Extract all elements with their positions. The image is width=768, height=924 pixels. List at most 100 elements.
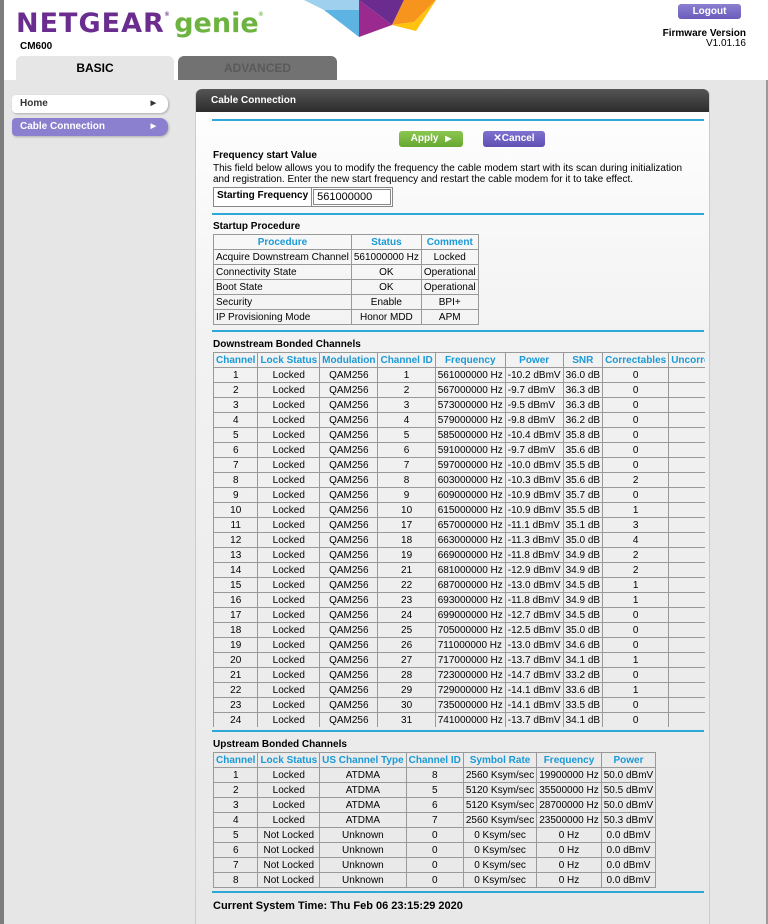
apply-button[interactable]: Apply ▶	[399, 131, 463, 147]
starting-frequency-input[interactable]	[313, 189, 392, 205]
table-cell: 22	[377, 577, 436, 593]
divider	[212, 119, 704, 121]
sidebar-item-home[interactable]: Home ▶	[12, 95, 168, 113]
table-row: Security Enable BPI+	[213, 294, 479, 310]
table-cell: 1	[377, 367, 436, 383]
table-cell: 35.0 dB	[562, 622, 604, 638]
table-row: 21 Locked QAM256 28 723000000 Hz -14.7 dBmV 33…	[213, 667, 705, 683]
column-header: SNR	[562, 352, 604, 368]
table-cell: -13.7 dBmV	[504, 712, 564, 727]
table-cell: Locked	[257, 502, 321, 518]
table-cell: -11.8 dBmV	[504, 547, 564, 563]
table-cell: 23	[377, 592, 436, 608]
table-cell: ATDMA	[319, 782, 407, 798]
table-cell: Locked	[257, 517, 321, 533]
cancel-button[interactable]: ✕Cancel	[483, 131, 545, 147]
table-cell: Locked	[257, 397, 321, 413]
table-row: 7 Not Locked Unknown 0 0 Ksym/sec 0 Hz 0.0 dBm…	[212, 857, 657, 873]
table-cell: Security	[213, 294, 352, 310]
table-row: 2 Locked QAM256 2 567000000 Hz -9.7 dBmV 36.3 …	[213, 382, 705, 398]
table-cell: 5120 Ksym/sec	[462, 782, 538, 798]
column-header: Power	[504, 352, 564, 368]
table-cell: 5	[405, 782, 464, 798]
table-cell: 8	[213, 472, 259, 488]
table-cell: 4	[212, 812, 259, 828]
table-cell: 36.3 dB	[562, 382, 604, 398]
table-cell: 1	[213, 367, 259, 383]
table-row: 11 Locked QAM256 17 657000000 Hz -11.1 dBmV 35…	[213, 517, 705, 533]
table-cell: 615000000 Hz	[434, 502, 506, 518]
table-cell: 0	[668, 442, 705, 458]
table-cell: -13.0 dBmV	[504, 637, 564, 653]
table-cell: 10	[377, 502, 436, 518]
table-cell: 2	[602, 562, 670, 578]
registered-mark-genie: ®	[258, 12, 264, 18]
table-cell: 16	[213, 592, 259, 608]
table-cell: 34.6 dB	[562, 637, 604, 653]
table-cell: 2	[213, 382, 259, 398]
starting-frequency-row: Starting Frequency	[213, 187, 394, 207]
table-cell: 729000000 Hz	[434, 682, 506, 698]
table-cell: 0	[602, 697, 670, 713]
table-cell: 0	[668, 607, 705, 623]
logout-button[interactable]: Logout	[678, 4, 741, 19]
column-header: Symbol Rate	[462, 752, 538, 768]
table-row: Connectivity State OK Operational	[213, 264, 479, 280]
table-row: 1 Locked QAM256 1 561000000 Hz -10.2 dBmV 36.0…	[213, 367, 705, 383]
table-cell: 4	[213, 412, 259, 428]
table-row: 10 Locked QAM256 10 615000000 Hz -10.9 dBmV 35…	[213, 502, 705, 518]
table-cell: 1	[212, 767, 259, 783]
table-cell: 585000000 Hz	[434, 427, 506, 443]
table-cell: 1	[602, 682, 670, 698]
table-cell: -11.3 dBmV	[504, 532, 564, 548]
tab-advanced[interactable]: ADVANCED	[178, 56, 337, 80]
table-cell: -12.7 dBmV	[504, 607, 564, 623]
table-cell: 27	[377, 652, 436, 668]
table-row: 22 Locked QAM256 29 729000000 Hz -14.1 dBmV 33…	[213, 682, 705, 698]
play-arrow-icon: ▶	[445, 134, 452, 143]
table-cell: 35.1 dB	[562, 517, 604, 533]
table-cell: 735000000 Hz	[434, 697, 506, 713]
table-cell: Locked	[257, 412, 321, 428]
table-cell: 669000000 Hz	[434, 547, 506, 563]
table-cell: QAM256	[319, 607, 379, 623]
table-row: 17 Locked QAM256 24 699000000 Hz -12.7 dBmV 34…	[213, 607, 705, 623]
table-cell: 4	[602, 532, 670, 548]
sidebar-item-cable-connection[interactable]: Cable Connection ▶	[12, 118, 168, 136]
table-cell: -10.3 dBmV	[504, 472, 564, 488]
table-cell: -10.9 dBmV	[504, 502, 564, 518]
tab-basic[interactable]: BASIC	[16, 56, 174, 80]
table-row: 9 Locked QAM256 9 609000000 Hz -10.9 dBmV 35.7…	[213, 487, 705, 503]
table-cell: 8	[377, 472, 436, 488]
table-cell: OK	[350, 264, 422, 280]
table-row: 20 Locked QAM256 27 717000000 Hz -13.7 dBmV 34…	[213, 652, 705, 668]
table-cell: 1	[602, 652, 670, 668]
table-cell: 2560 Ksym/sec	[462, 812, 538, 828]
table-row: Boot State OK Operational	[213, 279, 479, 295]
table-cell: QAM256	[319, 547, 379, 563]
table-cell: Unknown	[319, 872, 407, 888]
table-cell: 50.5 dBmV	[600, 782, 657, 798]
table-cell: -12.5 dBmV	[504, 622, 564, 638]
table-cell: -9.7 dBmV	[504, 442, 564, 458]
table-cell: Enable	[350, 294, 422, 310]
table-cell: 561000000 Hz	[350, 249, 422, 265]
table-cell: 687000000 Hz	[434, 577, 506, 593]
table-cell: 0	[668, 652, 705, 668]
table-cell: ATDMA	[319, 797, 407, 813]
table-cell: ATDMA	[319, 812, 407, 828]
table-cell: 573000000 Hz	[434, 397, 506, 413]
table-cell: 18	[213, 622, 259, 638]
table-row: 6 Not Locked Unknown 0 0 Ksym/sec 0 Hz 0.0 dBm…	[212, 842, 657, 858]
column-header: Channel ID	[405, 752, 464, 768]
table-cell: -10.0 dBmV	[504, 457, 564, 473]
table-row: 19 Locked QAM256 26 711000000 Hz -13.0 dBmV 34…	[213, 637, 705, 653]
table-cell: Locked	[257, 592, 321, 608]
table-cell: 0	[405, 857, 464, 873]
downstream-section-title: Downstream Bonded Channels	[213, 339, 361, 350]
table-row: 13 Locked QAM256 19 669000000 Hz -11.8 dBmV 34…	[213, 547, 705, 563]
table-cell: 0	[668, 472, 705, 488]
table-cell: 2560 Ksym/sec	[462, 767, 538, 783]
table-cell: 19	[213, 637, 259, 653]
table-cell: 0	[602, 622, 670, 638]
